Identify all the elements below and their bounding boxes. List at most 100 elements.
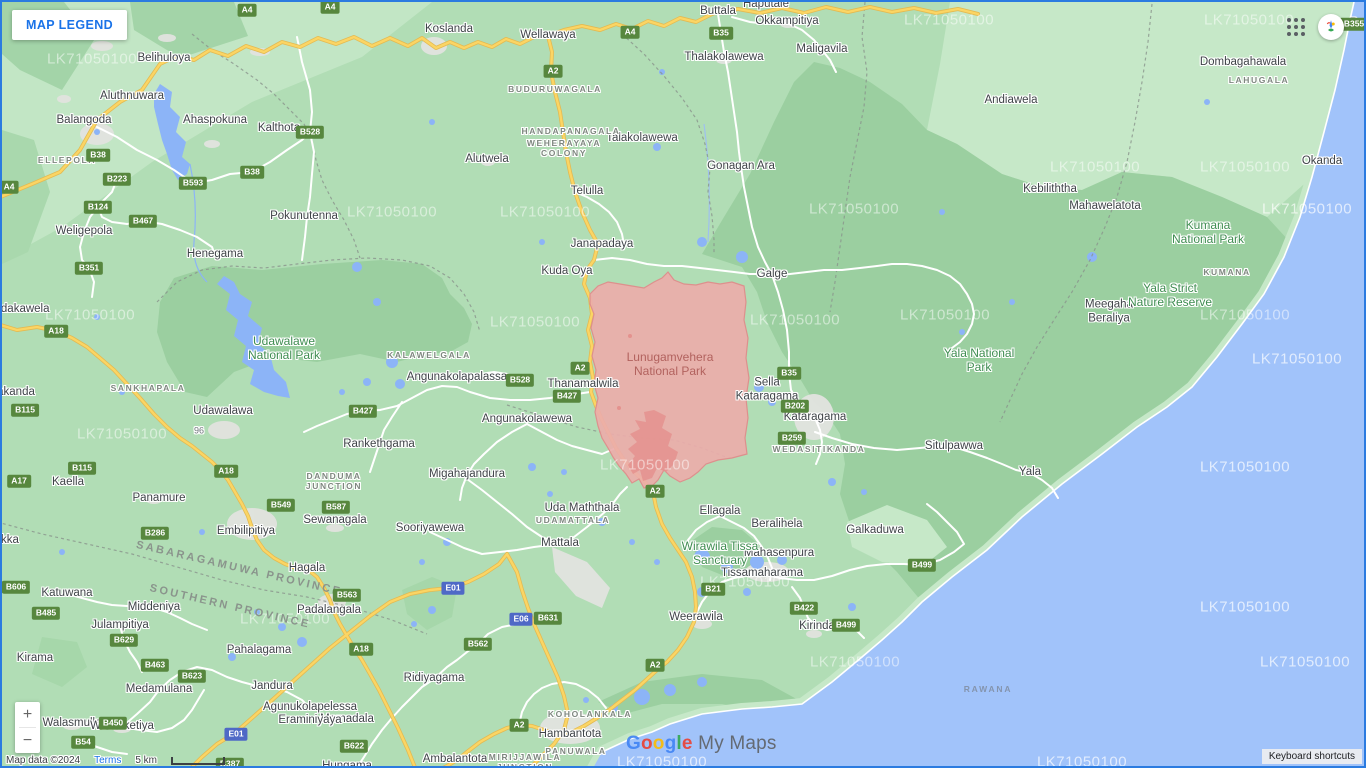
map-label: RAWANA bbox=[964, 684, 1013, 694]
map-label: Ahaspokuna bbox=[183, 114, 247, 128]
map-label: Meegaha Beraliya bbox=[1085, 298, 1133, 325]
google-wordmark: Google bbox=[626, 733, 693, 754]
map-label: Pahalagama bbox=[227, 644, 292, 658]
google-apps-grid-icon[interactable] bbox=[1287, 18, 1305, 36]
map-legend-button[interactable]: MAP LEGEND bbox=[12, 10, 127, 40]
zoom-in-button[interactable]: + bbox=[15, 702, 40, 727]
keyboard-shortcuts-button[interactable]: Keyboard shortcuts bbox=[1262, 749, 1362, 764]
map-label: Kuda Oya bbox=[541, 265, 592, 279]
road-shield: A2 bbox=[646, 659, 665, 672]
map-label: HANDAPANAGALA bbox=[521, 126, 620, 136]
map-label: Belihuloya bbox=[137, 52, 190, 66]
road-shield: A2 bbox=[510, 719, 529, 732]
map-label: Padalangala bbox=[297, 604, 361, 618]
map-label: Kumana National Park bbox=[1172, 218, 1244, 246]
road-shield: B351 bbox=[75, 262, 103, 275]
map-label: Henegama bbox=[187, 248, 243, 262]
road-shield: B467 bbox=[129, 215, 157, 228]
map-label: Udawalawe National Park bbox=[248, 334, 320, 362]
road-shield: A17 bbox=[7, 475, 31, 488]
google-my-maps-logo: Google My Maps bbox=[626, 733, 777, 755]
map-label: Beralihela bbox=[751, 518, 802, 532]
map-label: LAHUGALA bbox=[1229, 75, 1290, 85]
road-shield: E01 bbox=[441, 582, 464, 595]
road-shield: B499 bbox=[832, 619, 860, 632]
map-label: DANDUMA JUNCTION bbox=[306, 471, 362, 491]
map-label: Jandura bbox=[251, 680, 293, 694]
map-label: Sewanagala bbox=[303, 514, 366, 528]
road-shield: B587 bbox=[322, 501, 350, 514]
road-shield: B528 bbox=[506, 374, 534, 387]
zoom-out-button[interactable]: − bbox=[15, 728, 40, 753]
road-shield: B629 bbox=[110, 634, 138, 647]
map-label: Kirinda bbox=[799, 620, 835, 634]
road-shield: B38 bbox=[86, 149, 110, 162]
account-avatar[interactable] bbox=[1318, 14, 1344, 40]
map-label: Telulla bbox=[571, 185, 604, 199]
map-label: Galge bbox=[757, 268, 788, 282]
map-label: PANUWALA bbox=[545, 746, 606, 756]
map-label: Okkampitiya bbox=[755, 15, 818, 29]
scale-label: 5 km bbox=[135, 755, 157, 766]
map-label: Ellagala bbox=[700, 505, 741, 519]
road-shield: B223 bbox=[103, 173, 131, 186]
map-label: Angunakolawewa bbox=[482, 413, 572, 427]
map-label: Migahajandura bbox=[429, 468, 505, 482]
road-shield: B528 bbox=[296, 126, 324, 139]
road-shield: B54 bbox=[71, 736, 95, 749]
road-shield: B562 bbox=[464, 638, 492, 651]
map-label: Talakolawewa bbox=[606, 132, 678, 146]
road-shield: B124 bbox=[84, 201, 112, 214]
logo-letter: e bbox=[682, 733, 693, 754]
map-label: Wellawaya bbox=[520, 29, 575, 43]
map-label: odakawela bbox=[0, 303, 49, 317]
zoom-controls: + − bbox=[15, 702, 40, 753]
map-label: Ambalantota bbox=[423, 753, 488, 767]
road-shield: B35 bbox=[709, 27, 733, 40]
road-shield: B202 bbox=[781, 400, 809, 413]
road-shield: A2 bbox=[571, 362, 590, 375]
map-label: Weligepola bbox=[56, 225, 113, 239]
map-label: Kaella bbox=[52, 476, 84, 490]
road-shield: B38 bbox=[240, 166, 264, 179]
map-label: akanda bbox=[0, 386, 35, 400]
map-label: WEHERAYAYA COLONY bbox=[527, 138, 601, 158]
map-label: Ridiyagama bbox=[404, 672, 465, 686]
road-shield: A4 bbox=[321, 1, 340, 14]
road-shield: B35 bbox=[777, 367, 801, 380]
map-label: Yala Strict Nature Reserve bbox=[1128, 281, 1212, 309]
road-shield: B593 bbox=[179, 177, 207, 190]
map-label: Dombagahawala bbox=[1200, 56, 1286, 70]
map-label: KALAWELGALA bbox=[387, 350, 471, 360]
map-label: Agunukolapelessa bbox=[263, 701, 357, 715]
map-label: Lunugamvehera National Park bbox=[627, 350, 714, 378]
road-shield: B463 bbox=[141, 659, 169, 672]
map-label: KUMANA bbox=[1203, 267, 1250, 277]
map-label: kka bbox=[1, 534, 19, 548]
map-label: Maligavila bbox=[796, 43, 847, 57]
map-label: BUDURUWAGALA bbox=[508, 84, 602, 94]
labels-layer: HaputaleKoslandaWellawayaButtalaOkkampit… bbox=[2, 2, 1366, 768]
map-label: Medamulana bbox=[126, 683, 192, 697]
map-label: Gonagan Ara bbox=[707, 160, 775, 174]
map-label: MIRIJJAWILA JUNCTION bbox=[489, 752, 561, 768]
map-footer: Map data ©2024 Terms 5 km bbox=[6, 755, 225, 766]
map-label: Thalakolawewa bbox=[684, 51, 763, 65]
road-shield: A18 bbox=[214, 465, 238, 478]
map-label: Janapadaya bbox=[571, 238, 634, 252]
road-shield: A2 bbox=[544, 65, 563, 78]
map-label: Situlpawwa bbox=[925, 440, 983, 454]
terms-link[interactable]: Terms bbox=[94, 755, 121, 766]
road-shield: B286 bbox=[141, 527, 169, 540]
road-shield: B606 bbox=[2, 581, 30, 594]
road-shield: A4 bbox=[238, 4, 257, 17]
logo-letter: o bbox=[653, 733, 665, 754]
road-shield: E01 bbox=[224, 728, 247, 741]
map-label: Kirama bbox=[17, 652, 53, 666]
map-label: Mamadala bbox=[320, 713, 374, 727]
map-label: UDAMATTALA bbox=[536, 515, 610, 525]
my-maps-window: LK71050100LK71050100LK71050100LK71050100… bbox=[0, 0, 1366, 768]
road-shield: E06 bbox=[509, 613, 532, 626]
map-label: Julampitiya bbox=[91, 619, 149, 633]
road-shield: B427 bbox=[553, 390, 581, 403]
